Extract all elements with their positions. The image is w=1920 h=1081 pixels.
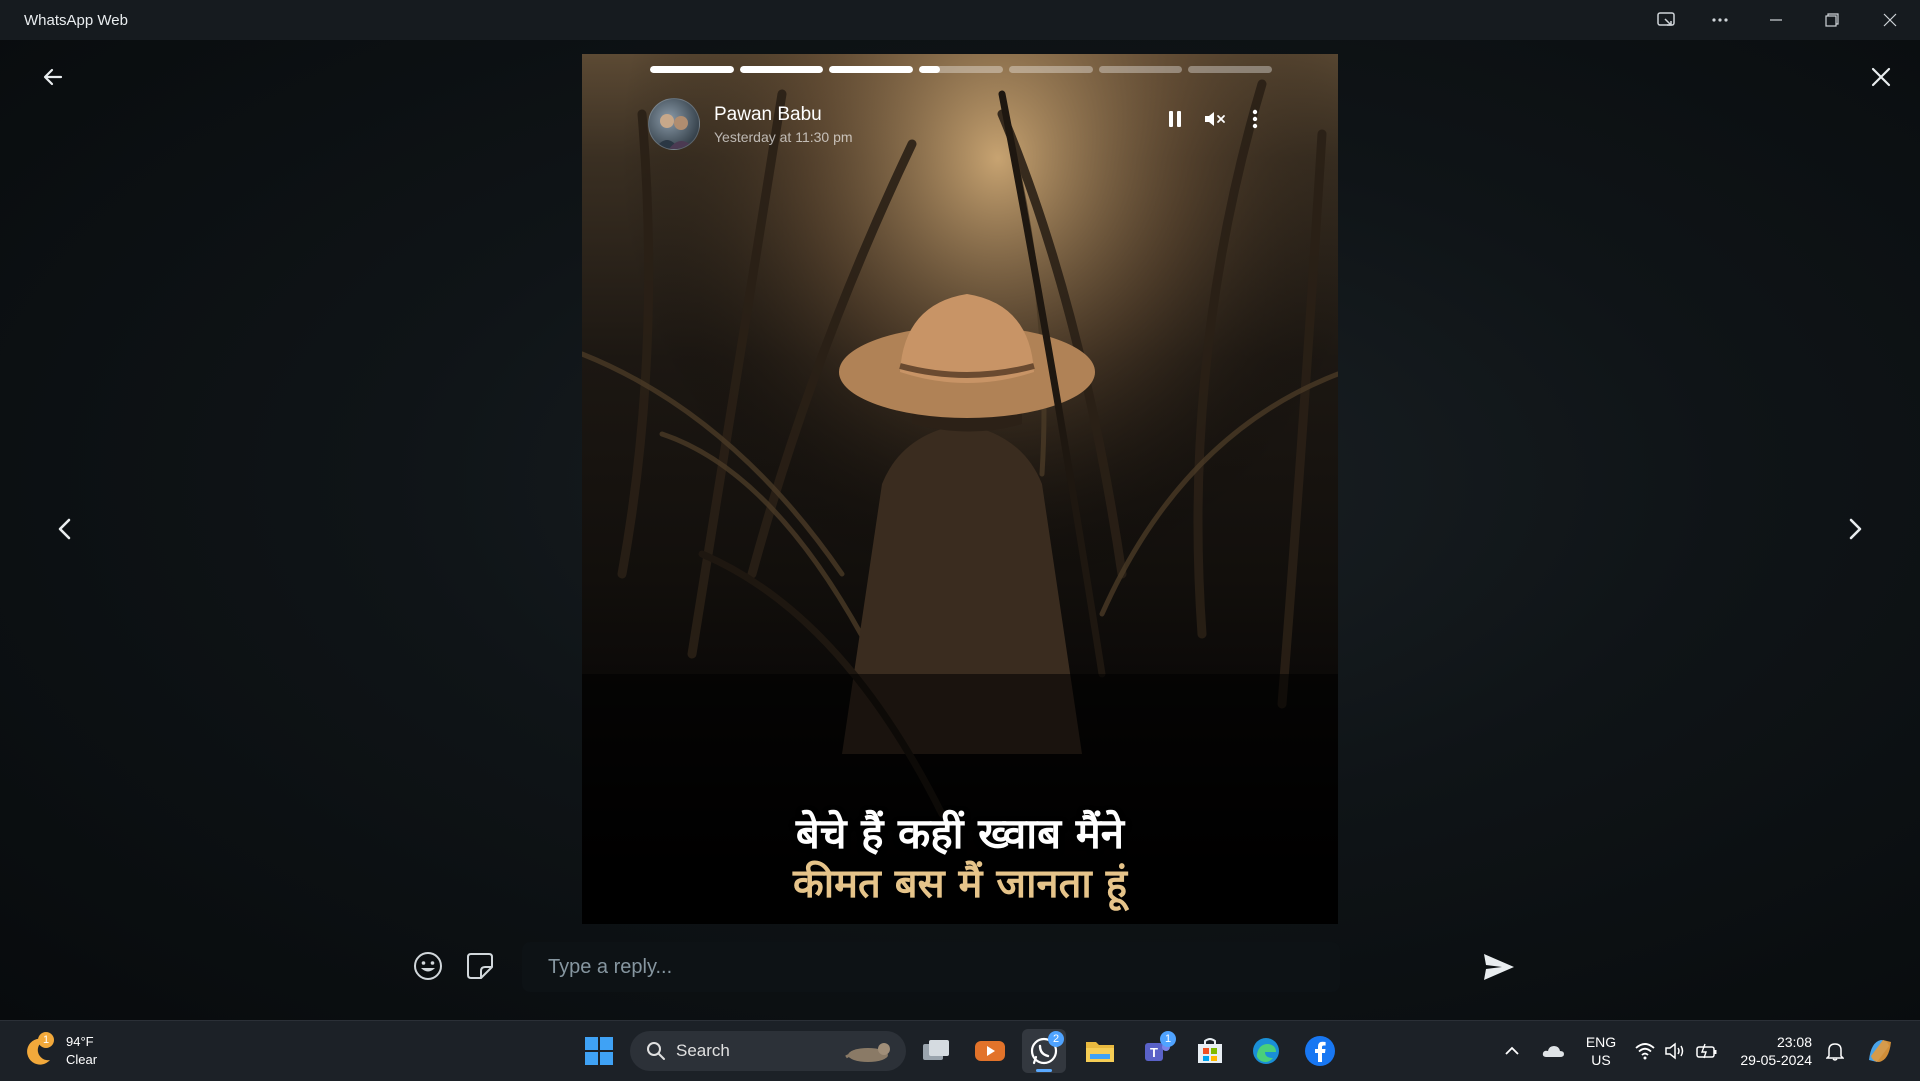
reply-input[interactable] [522, 942, 1340, 992]
status-viewer: Pawan Babu Yesterday at 11:30 pm बेचे है… [0, 40, 1920, 1020]
whatsapp-app-icon[interactable]: 2 [1022, 1029, 1066, 1073]
teams-app-icon[interactable]: T 1 [1134, 1029, 1178, 1073]
microsoft-store-icon[interactable] [1188, 1029, 1232, 1073]
taskbar-search[interactable]: Search [630, 1031, 906, 1071]
progress-segment [919, 66, 1003, 73]
youtube-app-icon[interactable] [968, 1029, 1012, 1073]
status-timestamp: Yesterday at 11:30 pm [714, 128, 853, 145]
progress-segment [1008, 66, 1093, 73]
taskbar: 1 94°F Clear Search 2 T 1 ENG US 23:08 2… [0, 1020, 1920, 1081]
back-arrow-icon[interactable] [36, 60, 70, 94]
search-icon [647, 1042, 665, 1060]
progress-segment [1188, 66, 1273, 73]
battery-icon[interactable] [1694, 1037, 1720, 1065]
onedrive-cloud-icon[interactable] [1538, 1037, 1568, 1065]
progress-segment [1098, 66, 1183, 73]
facebook-app-icon[interactable] [1298, 1029, 1342, 1073]
reply-input-container [522, 942, 1340, 992]
minimize-button[interactable] [1748, 0, 1804, 40]
clock-date: 29-05-2024 [1740, 1052, 1812, 1068]
svg-text:T: T [1150, 1045, 1158, 1060]
wifi-icon[interactable] [1632, 1037, 1658, 1065]
language-indicator[interactable]: ENG US [1578, 1033, 1624, 1069]
status-author-name[interactable]: Pawan Babu [714, 104, 853, 126]
notification-bell-icon[interactable] [1822, 1037, 1848, 1065]
restore-button[interactable] [1804, 0, 1860, 40]
pause-icon[interactable] [1162, 106, 1188, 132]
status-caption-line1: बेचे हैं कहीं ख्वाब मैंने [795, 809, 1125, 858]
start-button[interactable] [577, 1029, 621, 1073]
weather-temp: 94°F [66, 1034, 94, 1049]
cast-icon[interactable] [1638, 0, 1694, 40]
clock-time: 23:08 [1776, 1034, 1812, 1050]
status-progress-bar [650, 66, 1273, 73]
progress-segment [829, 66, 914, 73]
windows-icon [585, 1037, 613, 1065]
clock[interactable]: 23:08 29-05-2024 [1732, 1033, 1812, 1069]
mute-icon[interactable] [1202, 106, 1228, 132]
close-window-button[interactable] [1862, 0, 1918, 40]
status-controls [1162, 106, 1268, 132]
window-title: WhatsApp Web [24, 11, 128, 29]
emoji-icon[interactable] [408, 946, 448, 986]
search-label: Search [676, 1041, 730, 1060]
status-media[interactable]: Pawan Babu Yesterday at 11:30 pm बेचे है… [582, 54, 1338, 924]
copilot-icon[interactable] [1862, 1033, 1898, 1069]
whatsapp-badge: 2 [1048, 1031, 1064, 1047]
weather-badge: 1 [38, 1032, 54, 1048]
edge-browser-icon[interactable] [1244, 1029, 1288, 1073]
language-line1: ENG [1585, 1034, 1617, 1050]
volume-icon[interactable] [1662, 1037, 1688, 1065]
status-image [582, 54, 1338, 924]
weather-icon: 1 [22, 1032, 56, 1068]
sticker-icon[interactable] [460, 946, 500, 986]
status-header: Pawan Babu Yesterday at 11:30 pm [648, 96, 853, 152]
reply-bar [400, 930, 1530, 1002]
send-icon[interactable] [1476, 944, 1522, 990]
teams-badge: 1 [1160, 1031, 1176, 1047]
story-menu-icon[interactable] [1242, 106, 1268, 132]
active-indicator [1036, 1069, 1052, 1072]
avatar[interactable] [648, 98, 700, 150]
title-bar: WhatsApp Web [0, 0, 1920, 40]
task-view-icon[interactable] [914, 1029, 958, 1073]
more-options-icon[interactable] [1692, 0, 1748, 40]
show-hidden-icons-chevron-icon[interactable] [1500, 1037, 1524, 1065]
previous-status-chevron-icon[interactable] [48, 512, 82, 546]
weather-widget[interactable]: 1 94°F Clear [22, 1029, 132, 1073]
file-explorer-icon[interactable] [1078, 1029, 1122, 1073]
close-icon[interactable] [1864, 60, 1898, 94]
weather-condition: Clear [66, 1052, 98, 1067]
search-highlight-icon [845, 1043, 890, 1062]
next-status-chevron-icon[interactable] [1838, 512, 1872, 546]
status-caption-line2: कीमत बस मैं जानता हूं [793, 861, 1127, 907]
language-line2: US [1591, 1052, 1611, 1068]
progress-segment [739, 66, 824, 73]
progress-segment [650, 66, 734, 73]
